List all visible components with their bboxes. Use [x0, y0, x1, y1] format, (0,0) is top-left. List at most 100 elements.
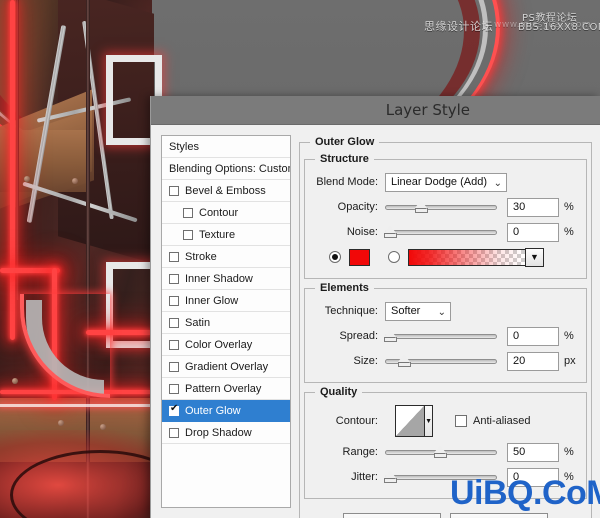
checkbox-contour[interactable]	[183, 208, 193, 218]
checkbox-drop-shadow[interactable]	[169, 428, 179, 438]
radio-gradient[interactable]	[388, 251, 400, 263]
checkbox-stroke[interactable]	[169, 252, 179, 262]
contour-preset-picker[interactable]: ▼	[395, 405, 433, 437]
screenshot-root: 思缘设计论坛 www.missyuan.com PS教程论坛 BBS.16XX8…	[0, 0, 600, 518]
quality-group-label: Quality	[315, 386, 362, 398]
contour-curve-preview	[396, 406, 424, 436]
opacity-input[interactable]: 30	[507, 198, 559, 217]
range-label: Range:	[311, 446, 385, 458]
style-row-contour[interactable]: Contour	[162, 202, 290, 224]
noise-slider-track	[385, 230, 497, 235]
blending-options-row[interactable]: Blending Options: Custom	[162, 158, 290, 180]
style-row-outer-glow[interactable]: Outer Glow	[162, 400, 290, 422]
blend-mode-select[interactable]: Linear Dodge (Add) ⌄	[385, 173, 507, 192]
spread-unit: %	[564, 330, 580, 342]
jitter-slider-track	[385, 475, 497, 480]
checkbox-gradient-overlay[interactable]	[169, 362, 179, 372]
glow-gradient-picker[interactable]: ▼	[408, 248, 544, 267]
range-row: Range: 50 %	[311, 440, 580, 464]
dialog-body: Styles Blending Options: Custom Bevel & …	[151, 125, 600, 518]
checkbox-satin[interactable]	[169, 318, 179, 328]
checkbox-texture[interactable]	[183, 230, 193, 240]
noise-slider-thumb[interactable]	[384, 225, 397, 238]
range-slider[interactable]	[385, 444, 497, 460]
contour-row: Contour: ▼ Anti-aliased	[311, 403, 580, 439]
technique-select[interactable]: Softer ⌄	[385, 302, 451, 321]
technique-row: Technique: Softer ⌄	[311, 299, 580, 323]
opacity-slider-track	[385, 205, 497, 210]
opacity-slider[interactable]	[385, 199, 497, 215]
style-label-gradient-overlay: Gradient Overlay	[185, 361, 268, 373]
size-slider[interactable]	[385, 353, 497, 369]
noise-slider[interactable]	[385, 224, 497, 240]
checkbox-bevel-emboss[interactable]	[169, 186, 179, 196]
styles-list-header[interactable]: Styles	[162, 136, 290, 158]
size-slider-thumb[interactable]	[398, 354, 411, 367]
jitter-slider[interactable]	[385, 469, 497, 485]
checkbox-inner-glow[interactable]	[169, 296, 179, 306]
style-row-color-overlay[interactable]: Color Overlay	[162, 334, 290, 356]
jitter-unit: %	[564, 471, 580, 483]
anti-aliased-label: Anti-aliased	[473, 415, 530, 427]
glow-gradient-preview[interactable]	[408, 249, 526, 266]
style-row-stroke[interactable]: Stroke	[162, 246, 290, 268]
style-row-bevel-emboss[interactable]: Bevel & Emboss	[162, 180, 290, 202]
contour-dropdown-arrow-icon[interactable]: ▼	[424, 406, 432, 436]
structure-group: Structure Blend Mode: Linear Dodge (Add)…	[304, 159, 587, 279]
style-row-drop-shadow[interactable]: Drop Shadow	[162, 422, 290, 444]
style-row-inner-shadow[interactable]: Inner Shadow	[162, 268, 290, 290]
layer-style-dialog: Layer Style Styles Blending Options: Cus…	[150, 96, 600, 518]
style-row-texture[interactable]: Texture	[162, 224, 290, 246]
chevron-down-icon-technique: ⌄	[438, 304, 446, 321]
jitter-slider-thumb[interactable]	[384, 470, 397, 483]
style-row-gradient-overlay[interactable]: Gradient Overlay	[162, 356, 290, 378]
styles-header-label: Styles	[169, 141, 199, 153]
structure-group-label: Structure	[315, 153, 374, 165]
radio-solid-color[interactable]	[329, 251, 341, 263]
style-label-outer-glow: Outer Glow	[185, 405, 241, 417]
technique-label: Technique:	[311, 305, 385, 317]
spread-slider[interactable]	[385, 328, 497, 344]
bolt-1	[24, 176, 30, 182]
size-input[interactable]: 20	[507, 352, 559, 371]
checkbox-anti-aliased[interactable]	[455, 415, 467, 427]
range-input[interactable]: 50	[507, 443, 559, 462]
vertical-pole-2	[16, 0, 19, 300]
checkbox-inner-shadow[interactable]	[169, 274, 179, 284]
style-row-satin[interactable]: Satin	[162, 312, 290, 334]
glow-color-swatch[interactable]	[349, 249, 370, 266]
neon-horizontal-1	[0, 268, 60, 273]
style-row-inner-glow[interactable]: Inner Glow	[162, 290, 290, 312]
reset-to-default-button[interactable]: Reset to Default	[450, 513, 548, 518]
opacity-label: Opacity:	[311, 201, 385, 213]
jitter-label: Jitter:	[311, 471, 385, 483]
checkbox-color-overlay[interactable]	[169, 340, 179, 350]
opacity-row: Opacity: 30 %	[311, 195, 580, 219]
jitter-row: Jitter: 0 %	[311, 465, 580, 489]
glow-fill-row: ▼	[311, 245, 580, 269]
chevron-down-icon: ⌄	[494, 175, 502, 192]
outer-glow-group-label: Outer Glow	[310, 136, 379, 148]
style-label-texture: Texture	[199, 229, 235, 241]
spread-input[interactable]: 0	[507, 327, 559, 346]
default-buttons-row: Make Default Reset to Default	[304, 513, 587, 518]
jitter-input[interactable]: 0	[507, 468, 559, 487]
checkbox-pattern-overlay[interactable]	[169, 384, 179, 394]
floor-neon-line	[0, 404, 152, 407]
contour-label: Contour:	[311, 415, 385, 427]
range-slider-thumb[interactable]	[434, 445, 447, 458]
checkbox-outer-glow[interactable]	[169, 406, 179, 416]
style-row-pattern-overlay[interactable]: Pattern Overlay	[162, 378, 290, 400]
opacity-slider-thumb[interactable]	[415, 200, 428, 213]
gradient-dropdown-arrow-icon[interactable]: ▼	[525, 248, 544, 267]
noise-input[interactable]: 0	[507, 223, 559, 242]
spread-row: Spread: 0 %	[311, 324, 580, 348]
anti-aliased-control[interactable]: Anti-aliased	[455, 415, 530, 427]
spread-slider-thumb[interactable]	[384, 329, 397, 342]
opacity-unit: %	[564, 201, 580, 213]
size-unit: px	[564, 355, 580, 367]
bolt-5	[100, 424, 106, 430]
make-default-button[interactable]: Make Default	[343, 513, 441, 518]
dialog-titlebar[interactable]: Layer Style	[151, 96, 600, 125]
styles-list-panel[interactable]: Styles Blending Options: Custom Bevel & …	[161, 135, 291, 508]
